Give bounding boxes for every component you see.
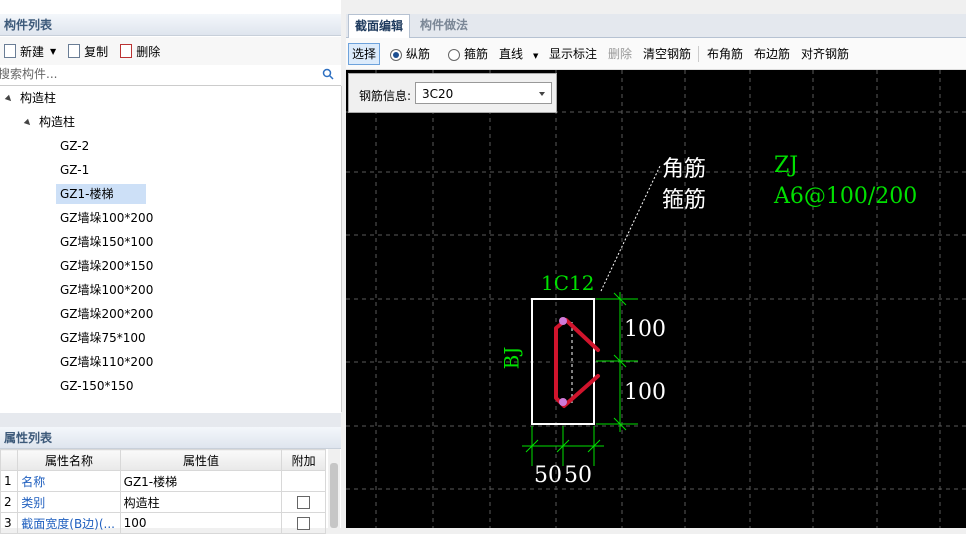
table-header-row: 属性名称 属性值 附加 <box>0 449 326 471</box>
component-toolbar: 新建 ▼ 复制 删除 <box>0 37 341 66</box>
table-row[interactable]: 1 名称 GZ1-楼梯 <box>0 470 326 492</box>
panel-splitter[interactable] <box>0 413 341 427</box>
tree-item[interactable]: GZ墙垛100*200 <box>60 208 153 228</box>
tree-item[interactable]: GZ墙垛110*200 <box>60 352 153 372</box>
right-panel: 截面编辑 构件做法 选择 纵筋 箍筋 直线 ▼ 显示标注 删除 清空钢筋 布角筋 … <box>346 0 966 528</box>
top-rebar-label[interactable]: 1C12 <box>541 271 594 295</box>
editor-tabs: 截面编辑 构件做法 <box>346 14 966 38</box>
expand-icon[interactable] <box>23 118 33 127</box>
column-header: 属性值 <box>119 449 283 471</box>
expand-icon[interactable] <box>4 94 14 103</box>
new-icon <box>4 44 16 58</box>
tree-item-selected[interactable]: GZ1-楼梯 <box>56 184 146 204</box>
rebar-info-select[interactable]: 3C20 <box>415 82 552 104</box>
editor-toolbar: 选择 纵筋 箍筋 直线 ▼ 显示标注 删除 清空钢筋 布角筋 布边筋 对齐钢筋 <box>346 38 966 70</box>
tree-item[interactable]: GZ-1 <box>60 160 89 180</box>
leader-line <box>600 165 661 292</box>
legend-corner-label: 角筋 <box>662 157 707 182</box>
rebar-point <box>559 398 567 406</box>
tab-section-edit[interactable]: 截面编辑 <box>348 14 411 38</box>
column-header: 属性名称 <box>17 449 121 471</box>
copy-button[interactable]: 复制 <box>64 40 112 62</box>
component-tree: 构造柱 构造柱 GZ-2 GZ-1 GZ1-楼梯 GZ墙垛100*200 GZ墙… <box>0 86 342 412</box>
chevron-down-icon[interactable]: ▼ <box>50 47 56 56</box>
edge-rebar-button[interactable]: 布边筋 <box>754 45 790 63</box>
legend-stirrup-label: 箍筋 <box>662 188 707 213</box>
select-button[interactable]: 选择 <box>348 43 381 65</box>
delete-icon <box>120 44 133 58</box>
attach-checkbox[interactable] <box>297 517 311 530</box>
property-table: 属性名称 属性值 附加 1 名称 GZ1-楼梯 2 类别 构造柱 3 截面宽度(… <box>0 449 326 534</box>
dimension-label: 100 <box>624 317 666 342</box>
scrollbar[interactable] <box>328 449 340 528</box>
toolbar-divider <box>698 46 699 62</box>
tree-item[interactable]: GZ-150*150 <box>60 376 133 396</box>
clear-rebar-button[interactable]: 清空钢筋 <box>643 45 691 63</box>
copy-icon <box>68 44 81 58</box>
tree-item[interactable]: GZ墙垛75*100 <box>60 328 146 348</box>
chevron-down-icon <box>539 92 545 96</box>
tree-item[interactable]: GZ墙垛200*200 <box>60 304 153 324</box>
new-button[interactable]: 新建 ▼ <box>0 40 60 62</box>
tree-item[interactable]: GZ墙垛150*100 <box>60 232 153 252</box>
chevron-down-icon: ▼ <box>533 52 539 60</box>
tree-node-root[interactable]: 构造柱 <box>4 88 56 108</box>
dimension-label: 100 <box>624 380 666 405</box>
section-drawing[interactable] <box>346 70 966 528</box>
align-rebar-button[interactable]: 对齐钢筋 <box>801 45 849 63</box>
dimension-label: 50 <box>564 463 592 488</box>
rebar-info-label: 钢筋信息: <box>359 89 412 103</box>
longitudinal-radio[interactable]: 纵筋 <box>390 45 430 63</box>
rebar-stirrup <box>554 318 600 408</box>
left-panel: 构件列表 新建 ▼ 复制 删除 构造柱 构造柱 GZ-2 GZ-1 GZ1-楼梯… <box>0 0 342 534</box>
line-dropdown[interactable]: 直线 ▼ <box>499 45 538 63</box>
search-bar <box>0 65 341 86</box>
component-list-title: 构件列表 <box>0 14 341 36</box>
attach-checkbox[interactable] <box>297 496 311 509</box>
table-row[interactable]: 2 类别 构造柱 <box>0 491 326 513</box>
stirrup-radio[interactable]: 箍筋 <box>448 45 488 63</box>
tab-component-method[interactable]: 构件做法 <box>414 14 474 37</box>
corner-rebar-value[interactable]: ZJ <box>774 153 798 178</box>
grid-lines <box>346 70 966 528</box>
delete-button[interactable]: 删除 <box>116 40 164 62</box>
tree-item[interactable]: GZ墙垛200*150 <box>60 256 153 276</box>
search-input[interactable] <box>0 65 308 83</box>
side-rebar-label[interactable]: BJ <box>499 347 523 370</box>
dimension-bottom <box>522 426 604 466</box>
search-icon[interactable] <box>322 68 334 80</box>
tree-item[interactable]: GZ-2 <box>60 136 89 156</box>
corner-rebar-button[interactable]: 布角筋 <box>707 45 743 63</box>
tree-node-group[interactable]: 构造柱 <box>23 112 75 132</box>
rebar-point <box>559 317 567 325</box>
column-header: 附加 <box>281 449 326 471</box>
tree-item[interactable]: GZ墙垛100*200 <box>60 280 153 300</box>
property-list-title: 属性列表 <box>0 427 341 449</box>
dimension-label: 50 <box>534 463 562 488</box>
rebar-info-box: 钢筋信息: 3C20 <box>348 73 557 113</box>
stirrup-rebar-value[interactable]: A6@100/200 <box>774 184 917 209</box>
delete-rebar-button[interactable]: 删除 <box>608 45 632 63</box>
drawing-canvas[interactable]: 角筋 箍筋 ZJ A6@100/200 1C12 BJ 100 100 50 5… <box>346 70 966 528</box>
table-row[interactable]: 3 截面宽度(B边)(... 100 <box>0 512 326 534</box>
show-label-button[interactable]: 显示标注 <box>549 45 597 63</box>
